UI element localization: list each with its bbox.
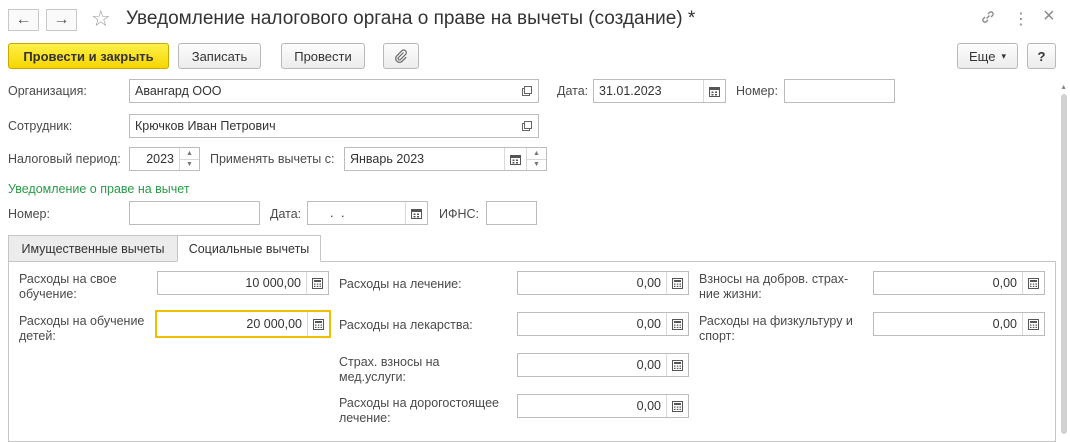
calculator-icon[interactable]: [666, 313, 688, 335]
calendar-icon[interactable]: [703, 80, 725, 102]
save-button[interactable]: Записать: [178, 43, 261, 69]
organization-label: Организация:: [8, 84, 87, 98]
treatment-value: 0,00: [636, 276, 661, 290]
forward-button[interactable]: →: [46, 9, 77, 31]
tax-period-label: Налоговый период:: [8, 152, 121, 166]
calendar-icon[interactable]: [405, 202, 427, 224]
arrow-right-icon: →: [53, 11, 70, 28]
calculator-icon[interactable]: [306, 272, 328, 294]
children-education-value: 20 000,00: [246, 317, 302, 331]
life-insurance-field[interactable]: 0,00: [873, 271, 1045, 295]
sport-field[interactable]: 0,00: [873, 312, 1045, 336]
own-education-label: Расходы на свое обучение:: [19, 272, 117, 301]
spin-up-icon[interactable]: ▲: [180, 148, 199, 160]
calculator-icon[interactable]: [1022, 272, 1044, 294]
medicines-label: Расходы на лекарства:: [339, 318, 473, 332]
spin-down-icon[interactable]: ▼: [527, 160, 546, 171]
tab-social-deductions[interactable]: Социальные вычеты: [177, 235, 321, 262]
open-icon[interactable]: [516, 115, 538, 137]
notice-section-title: Уведомление о праве на вычет: [8, 182, 190, 196]
apply-from-spinner[interactable]: ▲ ▼: [526, 148, 546, 170]
link-icon[interactable]: [980, 9, 996, 30]
employee-field[interactable]: Крючков Иван Петрович: [129, 114, 539, 138]
med-insurance-field[interactable]: 0,00: [517, 353, 689, 377]
open-icon[interactable]: [516, 80, 538, 102]
scroll-up-icon[interactable]: ▲: [1060, 84, 1067, 91]
attach-button[interactable]: [383, 43, 419, 69]
organization-field[interactable]: Авангард ООО: [129, 79, 539, 103]
organization-value: Авангард ООО: [135, 84, 222, 98]
date-value: 31.01.2023: [599, 84, 662, 98]
life-insurance-value: 0,00: [992, 276, 1017, 290]
calculator-icon[interactable]: [666, 395, 688, 417]
post-button[interactable]: Провести: [281, 43, 365, 69]
treatment-field[interactable]: 0,00: [517, 271, 689, 295]
expensive-treatment-value: 0,00: [636, 399, 661, 413]
life-insurance-label: Взносы на добров. страх-ние жизни:: [699, 272, 849, 301]
spin-up-icon[interactable]: ▲: [527, 148, 546, 160]
apply-from-value: Январь 2023: [350, 152, 425, 166]
tax-period-spinner[interactable]: ▲ ▼: [179, 148, 199, 170]
tab-property-deductions[interactable]: Имущественные вычеты: [8, 235, 178, 262]
ifns-label: ИФНС:: [439, 207, 480, 221]
favorite-star-icon[interactable]: ☆: [91, 6, 111, 32]
employee-value: Крючков Иван Петрович: [135, 119, 276, 133]
own-education-field[interactable]: 10 000,00: [157, 271, 329, 295]
notice-date-field[interactable]: . .: [307, 201, 428, 225]
apply-from-field[interactable]: Январь 2023 ▲ ▼: [344, 147, 547, 171]
med-insurance-label: Страх. взносы на мед.услуги:: [339, 355, 440, 384]
vertical-scrollbar[interactable]: [1061, 94, 1067, 434]
paperclip-icon: [395, 49, 407, 63]
more-vertical-icon[interactable]: ⋮: [1013, 9, 1029, 29]
treatment-label: Расходы на лечение:: [339, 277, 462, 291]
date-field[interactable]: 31.01.2023: [593, 79, 726, 103]
back-button[interactable]: ←: [8, 9, 39, 31]
medicines-value: 0,00: [636, 317, 661, 331]
post-and-close-button[interactable]: Провести и закрыть: [8, 43, 169, 69]
expensive-treatment-label: Расходы на дорогостоящее лечение:: [339, 396, 499, 425]
ifns-field[interactable]: [486, 201, 537, 225]
apply-from-label: Применять вычеты с:: [210, 152, 335, 166]
page-title: Уведомление налогового органа о праве на…: [126, 8, 696, 29]
more-label: Еще: [969, 48, 996, 64]
close-icon[interactable]: ×: [1043, 5, 1055, 28]
notice-date-value: . .: [330, 206, 347, 220]
calculator-icon[interactable]: [666, 354, 688, 376]
date-label: Дата:: [557, 84, 589, 98]
children-education-field[interactable]: 20 000,00: [155, 310, 331, 338]
more-button[interactable]: Еще ▾: [957, 43, 1018, 69]
tax-period-value: 2023: [146, 152, 174, 166]
tax-period-field[interactable]: 2023 ▲ ▼: [129, 147, 200, 171]
children-education-label: Расходы на обучение детей:: [19, 314, 145, 343]
sport-value: 0,00: [992, 317, 1017, 331]
medicines-field[interactable]: 0,00: [517, 312, 689, 336]
number-field[interactable]: [784, 79, 895, 103]
notice-number-field[interactable]: [129, 201, 260, 225]
expensive-treatment-field[interactable]: 0,00: [517, 394, 689, 418]
med-insurance-value: 0,00: [636, 358, 661, 372]
notice-number-label: Номер:: [8, 207, 50, 221]
number-label: Номер:: [736, 84, 778, 98]
notice-date-label: Дата:: [270, 207, 302, 221]
arrow-left-icon: ←: [15, 11, 32, 28]
chevron-down-icon: ▾: [1001, 50, 1006, 61]
help-button[interactable]: ?: [1027, 43, 1056, 69]
own-education-value: 10 000,00: [245, 276, 301, 290]
employee-label: Сотрудник:: [8, 119, 73, 133]
spin-down-icon[interactable]: ▼: [180, 160, 199, 171]
sport-label: Расходы на физкультуру и спорт:: [699, 314, 853, 343]
calculator-icon[interactable]: [307, 312, 329, 336]
calculator-icon[interactable]: [666, 272, 688, 294]
calculator-icon[interactable]: [1022, 313, 1044, 335]
calendar-icon[interactable]: [504, 148, 526, 170]
